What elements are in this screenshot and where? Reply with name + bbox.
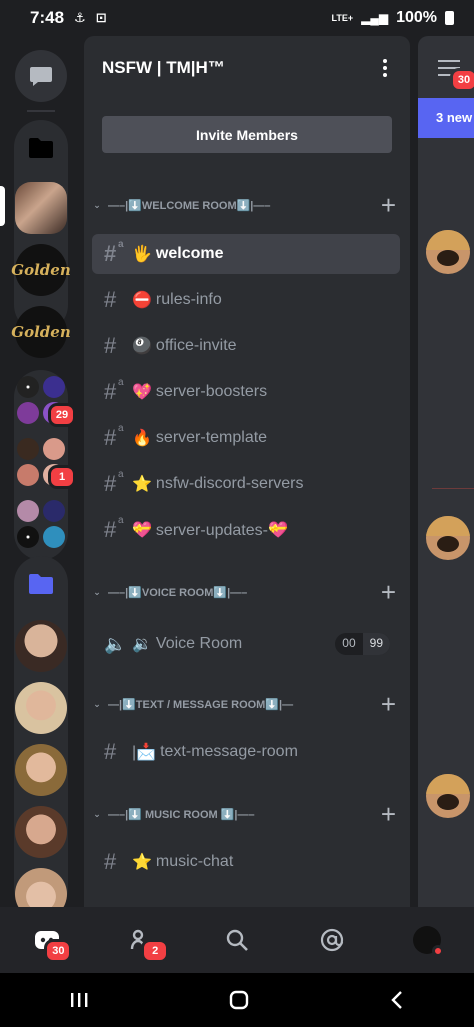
notification-icon: ⚓ <box>74 10 86 25</box>
server-icon-profile-4[interactable] <box>15 806 67 858</box>
server-header[interactable]: NSFW | TM|H™ <box>84 36 410 100</box>
folder-icon <box>29 574 53 594</box>
channel-text-message-room[interactable]: # |📩 text-message-room <box>92 732 400 772</box>
chevron-down-icon: ⌄ <box>93 586 101 597</box>
home-badge: 30 <box>44 939 73 963</box>
menu-badge: 30 <box>450 68 474 92</box>
server-icon-profile-3[interactable] <box>15 744 67 796</box>
server-icon-golden-2[interactable]: Golden <box>11 306 71 358</box>
text-channel-icon: # <box>104 333 117 358</box>
add-channel-icon[interactable]: + <box>381 691 396 717</box>
user-avatar <box>412 926 444 957</box>
friends-badge: 2 <box>141 939 170 963</box>
folder-toggle[interactable] <box>15 122 67 174</box>
server-group-3[interactable] <box>15 498 67 550</box>
system-navigation-bar <box>0 973 474 1027</box>
channel-nsfw-discord-servers[interactable]: # a ⭐ nsfw-discord-servers <box>92 464 400 504</box>
app-notification-icon: ⊡ <box>95 10 107 25</box>
message-avatar[interactable] <box>426 774 470 818</box>
channel-rules-info[interactable]: # ⛔ rules-info <box>92 280 400 320</box>
battery-icon <box>445 11 454 25</box>
selected-indicator <box>0 186 5 226</box>
message-avatar[interactable] <box>426 230 470 274</box>
channel-voice-room[interactable]: 🔈 🔉 Voice Room 00 99 <box>92 624 400 664</box>
channel-server-template[interactable]: # a 🔥 server-template <box>92 418 400 458</box>
back-icon[interactable] <box>389 990 405 1010</box>
channel-server-boosters[interactable]: # a 💖 server-boosters <box>92 372 400 412</box>
category-music[interactable]: ⌄ —–|⬇️ MUSIC ROOM ⬇️|—– + <box>84 799 410 829</box>
chevron-down-icon: ⌄ <box>93 808 101 819</box>
rail-separator <box>27 110 55 112</box>
server-rail: Golden Golden 29 1 <box>0 36 82 907</box>
new-messages-banner[interactable]: 3 new <box>418 98 474 138</box>
status-bar: 7:48 ⚓ ⊡ LTE+ ▂▄▆ 100% <box>0 0 474 36</box>
new-divider <box>432 488 474 489</box>
channel-panel: NSFW | TM|H™ Invite Members ⌄ —–|⬇️WELCO… <box>84 36 410 907</box>
voice-user-count: 00 99 <box>335 633 390 655</box>
mention-icon <box>320 928 343 952</box>
chat-bubble-icon <box>30 67 52 86</box>
unread-badge: 1 <box>48 465 76 489</box>
folder-toggle-2[interactable] <box>15 558 67 610</box>
dnd-status-icon <box>431 945 444 957</box>
signal-icon: ▂▄▆ <box>361 11 389 25</box>
home-icon[interactable] <box>228 989 250 1011</box>
server-name: NSFW | TM|H™ <box>102 58 225 77</box>
channel-welcome[interactable]: # a 🖐️ welcome <box>92 234 400 274</box>
network-type: LTE+ <box>331 12 354 23</box>
category-text-message[interactable]: ⌄ —|⬇️TEXT / MESSAGE ROOM⬇️|— + <box>84 689 410 719</box>
unread-badge: 29 <box>48 403 76 427</box>
nav-mentions[interactable] <box>307 915 357 965</box>
chat-peek[interactable]: 30 3 new <box>418 36 474 907</box>
battery-level: 100% <box>396 9 437 26</box>
add-channel-icon[interactable]: + <box>381 579 396 605</box>
folder-icon <box>29 138 53 158</box>
nav-search[interactable] <box>212 915 262 965</box>
bottom-navigation: 30 2 <box>0 907 474 973</box>
text-channel-locked-icon: # a <box>104 515 124 542</box>
text-channel-locked-icon: # a <box>104 377 124 404</box>
invite-members-button[interactable]: Invite Members <box>102 116 392 153</box>
text-channel-icon: # <box>104 739 117 764</box>
more-options-icon[interactable] <box>378 59 392 77</box>
search-icon <box>226 929 248 951</box>
recent-apps-icon[interactable] <box>69 991 89 1009</box>
server-icon-current[interactable] <box>15 182 67 234</box>
server-icon-golden[interactable]: Golden <box>11 244 71 296</box>
nav-profile[interactable] <box>402 915 452 965</box>
direct-messages-button[interactable] <box>15 50 67 102</box>
text-channel-locked-icon: # a <box>104 469 124 496</box>
category-welcome[interactable]: ⌄ —–|⬇️WELCOME ROOM⬇️|—– + <box>84 190 410 220</box>
add-channel-icon[interactable]: + <box>381 801 396 827</box>
channel-music-chat[interactable]: # ⭐ music-chat <box>92 842 400 882</box>
text-channel-icon: # <box>104 849 117 874</box>
channel-office-invite[interactable]: # 🎱 office-invite <box>92 326 400 366</box>
message-avatar[interactable] <box>426 516 470 560</box>
chevron-down-icon: ⌄ <box>93 199 101 210</box>
text-channel-locked-icon: # a <box>104 239 124 266</box>
text-channel-icon: # <box>104 287 117 312</box>
status-time: 7:48 <box>30 8 65 27</box>
nav-friends[interactable]: 2 <box>117 915 170 965</box>
server-icon-profile-1[interactable] <box>15 620 67 672</box>
chevron-down-icon: ⌄ <box>93 698 101 709</box>
speaker-icon: 🔈 <box>104 633 127 654</box>
add-channel-icon[interactable]: + <box>381 192 396 218</box>
category-voice[interactable]: ⌄ —–|⬇️VOICE ROOM⬇️|—– + <box>84 577 410 607</box>
server-icon-profile-2[interactable] <box>15 682 67 734</box>
text-channel-locked-icon: # a <box>104 423 124 450</box>
channel-server-updates[interactable]: # a 💝 server-updates-💝 <box>92 510 400 550</box>
nav-home[interactable]: 30 <box>22 915 73 965</box>
